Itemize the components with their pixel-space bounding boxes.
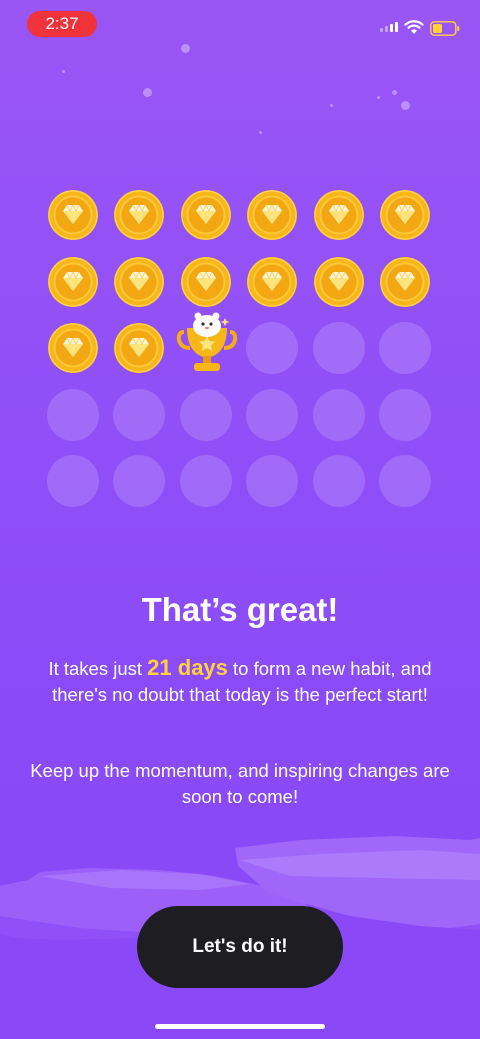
diamond-coin-icon xyxy=(313,189,365,241)
sparkle xyxy=(377,96,380,99)
empty-day-slot xyxy=(378,455,431,508)
sparkle xyxy=(330,104,333,107)
status-time: 2:37 xyxy=(27,11,97,37)
empty-day-slot xyxy=(47,455,99,508)
habit-description: It takes just 21 days to form a new habi… xyxy=(30,655,450,708)
lets-do-it-button[interactable]: Let's do it! xyxy=(137,906,343,988)
diamond-coin-icon xyxy=(47,189,99,241)
diamond-coin-icon xyxy=(379,189,431,241)
diamond-coin-icon xyxy=(246,189,298,241)
diamond-coin-icon xyxy=(113,256,165,308)
signal-icon xyxy=(380,22,398,32)
days-highlight: 21 days xyxy=(147,655,228,680)
empty-day-slot xyxy=(179,455,232,508)
empty-day-slot xyxy=(312,388,365,441)
empty-day-slot xyxy=(378,388,431,441)
trophy-icon xyxy=(176,312,237,374)
diamond-coin-icon xyxy=(379,256,431,308)
empty-day-slot xyxy=(312,322,365,375)
page-title: That’s great! xyxy=(141,591,339,628)
diamond-coin-icon xyxy=(180,189,232,241)
sparkle xyxy=(181,44,190,53)
sparkle xyxy=(143,88,152,97)
empty-day-slot xyxy=(378,322,431,375)
diamond-coin-icon xyxy=(246,256,298,308)
empty-day-slot xyxy=(246,455,299,508)
sparkle xyxy=(259,131,262,134)
home-indicator xyxy=(155,1024,325,1029)
empty-day-slot xyxy=(312,455,365,508)
habit-description-start: It takes just xyxy=(48,658,148,679)
sparkle xyxy=(392,90,397,95)
battery-icon xyxy=(430,21,460,36)
empty-day-slot xyxy=(47,388,99,441)
diamond-coin-icon xyxy=(47,322,99,374)
diamond-coin-icon xyxy=(180,256,232,308)
empty-day-slot xyxy=(246,322,299,375)
empty-day-slot xyxy=(113,455,166,508)
wifi-icon xyxy=(404,20,424,34)
empty-day-slot xyxy=(179,388,232,441)
sparkle xyxy=(62,70,65,73)
encouragement-text: Keep up the momentum, and inspiring chan… xyxy=(30,760,450,807)
status-bar: 2:37 xyxy=(0,0,480,48)
empty-day-slot xyxy=(113,388,166,441)
diamond-coin-icon xyxy=(313,256,365,308)
habit-progress-grid xyxy=(47,189,431,508)
diamond-coin-icon xyxy=(113,322,165,374)
empty-day-slot xyxy=(246,388,299,441)
diamond-coin-icon xyxy=(113,189,165,241)
diamond-coin-icon xyxy=(47,256,99,308)
sparkle xyxy=(401,101,410,110)
